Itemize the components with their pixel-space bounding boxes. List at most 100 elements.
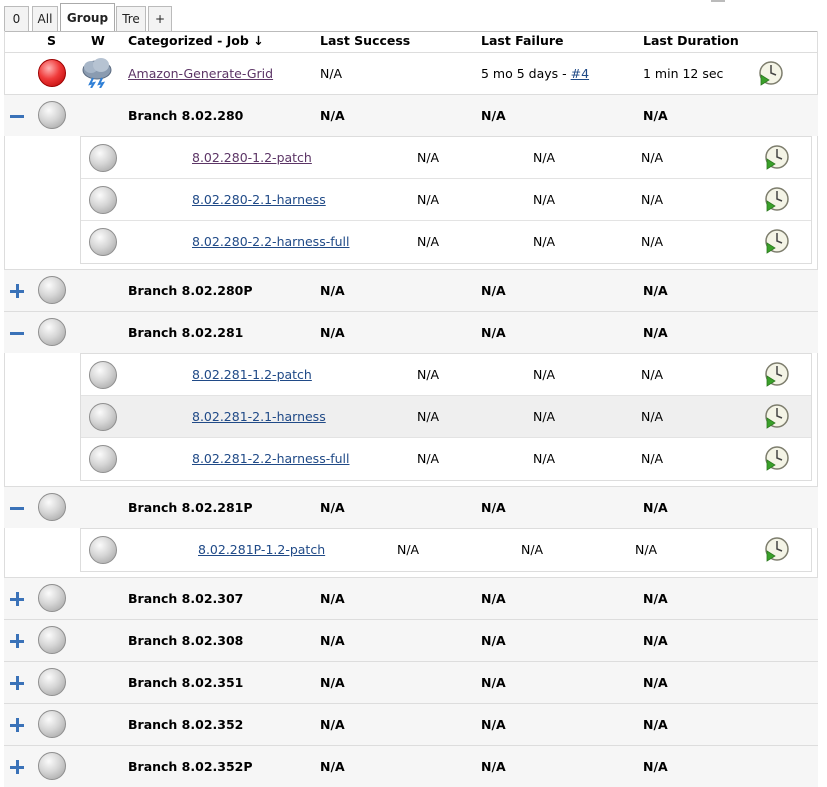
toggle-bar <box>15 718 19 732</box>
schedule-build-icon[interactable] <box>758 60 784 86</box>
job-last-success: N/A <box>397 542 420 557</box>
group-last-duration: N/A <box>643 633 668 648</box>
grey-ball-icon <box>38 101 66 129</box>
grey-ball-icon <box>38 668 66 696</box>
group-row: Branch 8.02.280P N/A N/A N/A <box>4 269 818 311</box>
job-last-failure: N/A <box>533 192 556 207</box>
group-row: Branch 8.02.280 N/A N/A N/A <box>4 94 818 136</box>
nested-job-table: 8.02.281-1.2-patch N/A N/A N/A 8.02.281-2.1-… <box>80 353 812 481</box>
job-link[interactable]: 8.02.281-2.1-harness <box>192 409 326 425</box>
schedule-build-icon[interactable] <box>764 536 790 562</box>
toggle-bar <box>10 507 24 510</box>
group-row: Branch 8.02.352P N/A N/A N/A <box>4 745 818 787</box>
group-last-duration: N/A <box>643 717 668 732</box>
group-row: Branch 8.02.308 N/A N/A N/A <box>4 619 818 661</box>
build-link-4[interactable]: #4 <box>571 66 589 81</box>
tab-0[interactable]: 0 <box>4 6 29 31</box>
group-name[interactable]: Branch 8.02.351 <box>128 675 243 691</box>
grey-ball-icon <box>89 144 117 172</box>
group-last-duration: N/A <box>643 325 668 340</box>
job-row: 8.02.281-1.2-patch N/A N/A N/A <box>81 354 811 396</box>
job-last-duration: N/A <box>641 451 664 466</box>
expand-plus-icon[interactable] <box>10 634 24 648</box>
collapse-minus-icon[interactable] <box>10 326 24 340</box>
grey-ball-icon <box>89 403 117 431</box>
job-link-amazon-generate-grid[interactable]: Amazon-Generate-Grid <box>128 66 273 82</box>
group-last-failure: N/A <box>481 675 506 690</box>
thunderstorm-icon <box>80 56 114 89</box>
grey-ball-icon <box>38 318 66 346</box>
expand-plus-icon[interactable] <box>10 676 24 690</box>
column-header-weather[interactable]: W <box>91 32 105 50</box>
schedule-build-icon[interactable] <box>764 186 790 212</box>
tab-tre[interactable]: Tre <box>116 6 146 31</box>
group-row: Branch 8.02.307 N/A N/A N/A <box>4 577 818 619</box>
job-link[interactable]: 8.02.280-2.1-harness <box>192 192 326 208</box>
schedule-build-icon[interactable] <box>764 361 790 387</box>
job-row: 8.02.280-1.2-patch N/A N/A N/A <box>81 137 811 179</box>
job-link[interactable]: 8.02.280-2.2-harness-full <box>192 234 349 250</box>
schedule-build-icon[interactable] <box>764 445 790 471</box>
column-header-last-success[interactable]: Last Success <box>320 32 410 50</box>
group-last-success: N/A <box>320 717 345 732</box>
group-last-success: N/A <box>320 325 345 340</box>
sort-arrow-icon: ↓ <box>253 33 264 48</box>
column-header-status[interactable]: S <box>47 32 56 50</box>
expand-plus-icon[interactable] <box>10 718 24 732</box>
grey-ball-icon <box>89 228 117 256</box>
group-name[interactable]: Branch 8.02.308 <box>128 633 243 649</box>
tab-group[interactable]: Group <box>60 3 115 32</box>
job-last-failure: N/A <box>533 367 556 382</box>
group-last-success: N/A <box>320 591 345 606</box>
group-name[interactable]: Branch 8.02.280P <box>128 283 253 299</box>
job-last-success: N/A <box>417 192 440 207</box>
group-name[interactable]: Branch 8.02.307 <box>128 591 243 607</box>
toggle-bar <box>10 115 24 118</box>
group-last-duration: N/A <box>643 591 668 606</box>
job-link[interactable]: 8.02.281P-1.2-patch <box>198 542 325 558</box>
column-header-last-duration[interactable]: Last Duration <box>643 32 739 50</box>
amazon-last-success: N/A <box>320 66 343 81</box>
grey-ball-icon <box>89 186 117 214</box>
collapse-minus-icon[interactable] <box>10 109 24 123</box>
schedule-build-icon[interactable] <box>764 228 790 254</box>
job-last-success: N/A <box>417 367 440 382</box>
grey-ball-icon <box>38 584 66 612</box>
job-last-duration: N/A <box>641 150 664 165</box>
column-header-job[interactable]: Categorized - Job ↓ <box>128 32 264 50</box>
job-link[interactable]: 8.02.281-2.2-harness-full <box>192 451 349 467</box>
collapse-minus-icon[interactable] <box>10 501 24 515</box>
job-last-failure: N/A <box>533 409 556 424</box>
job-last-failure: N/A <box>533 234 556 249</box>
grey-ball-icon <box>89 536 117 564</box>
job-row-amazon: Amazon-Generate-Grid N/A 5 mo 5 days - #… <box>4 52 818 94</box>
job-link[interactable]: 8.02.281-1.2-patch <box>192 367 312 383</box>
job-last-failure: N/A <box>533 451 556 466</box>
nested-job-table: 8.02.280-1.2-patch N/A N/A N/A 8.02.280-2.1-… <box>80 136 812 264</box>
toggle-bar <box>15 284 19 298</box>
expand-plus-icon[interactable] <box>10 284 24 298</box>
group-last-success: N/A <box>320 500 345 515</box>
group-row: Branch 8.02.281 N/A N/A N/A <box>4 311 818 353</box>
expand-plus-icon[interactable] <box>10 592 24 606</box>
job-last-success: N/A <box>417 150 440 165</box>
group-last-success: N/A <box>320 675 345 690</box>
group-name[interactable]: Branch 8.02.352 <box>128 717 243 733</box>
grey-ball-icon <box>38 626 66 654</box>
group-name[interactable]: Branch 8.02.280 <box>128 108 243 124</box>
tab-add[interactable]: + <box>148 6 172 31</box>
tab-all[interactable]: All <box>32 6 58 31</box>
expand-plus-icon[interactable] <box>10 760 24 774</box>
schedule-build-icon[interactable] <box>764 403 790 429</box>
grey-ball-icon <box>89 361 117 389</box>
group-name[interactable]: Branch 8.02.281 <box>128 325 243 341</box>
top-right-icon <box>711 0 725 2</box>
schedule-build-icon[interactable] <box>764 144 790 170</box>
job-link[interactable]: 8.02.280-1.2-patch <box>192 150 312 166</box>
column-header-last-failure[interactable]: Last Failure <box>481 32 564 50</box>
grey-ball-icon <box>38 493 66 521</box>
group-name[interactable]: Branch 8.02.281P <box>128 500 253 516</box>
group-last-failure: N/A <box>481 759 506 774</box>
grey-ball-icon <box>89 445 117 473</box>
group-name[interactable]: Branch 8.02.352P <box>128 759 253 775</box>
